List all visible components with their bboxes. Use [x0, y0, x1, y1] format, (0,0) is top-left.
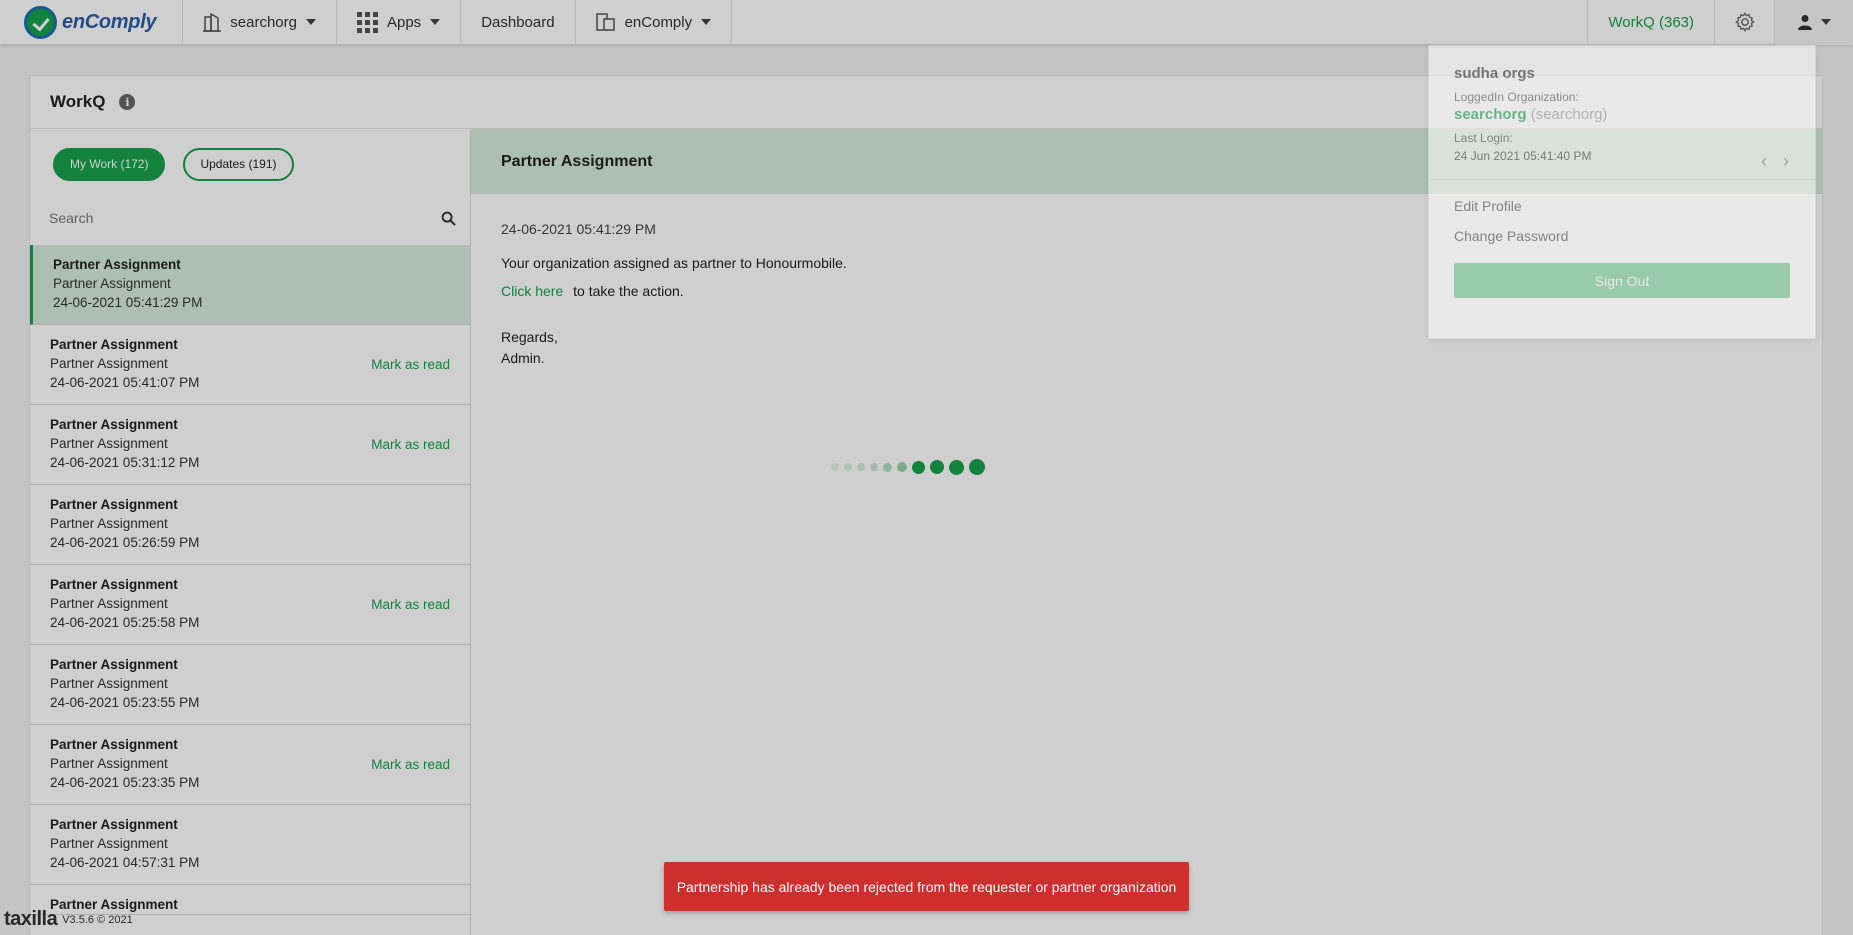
list-item[interactable]: Partner Assignment Partner Assignment 24… — [30, 405, 470, 485]
edit-profile-link[interactable]: Edit Profile — [1454, 198, 1790, 214]
item-date: 24-06-2021 04:57:31 PM — [50, 855, 200, 870]
logged-org-name: searchorg — [1454, 106, 1527, 123]
item-date: 24-06-2021 05:23:35 PM — [50, 775, 200, 790]
list-item[interactable]: Partner Assignment Partner Assignment 24… — [30, 565, 470, 645]
item-title: Partner Assignment — [53, 257, 181, 272]
building-icon — [203, 12, 222, 32]
change-password-link[interactable]: Change Password — [1454, 228, 1790, 244]
dashboard-link[interactable]: Dashboard — [461, 0, 576, 45]
brand-name: enComply — [62, 10, 157, 33]
click-here-link[interactable]: Click here — [501, 283, 563, 299]
list-item[interactable]: Partner Assignment Partner Assignment 24… — [30, 725, 470, 805]
workq-link[interactable]: WorkQ (363) — [1587, 0, 1715, 45]
list-item[interactable]: Partner Assignment Partner Assignment 24… — [30, 245, 470, 325]
brand[interactable]: enComply — [0, 0, 184, 45]
error-toast[interactable]: Partnership has already been rejected fr… — [664, 862, 1189, 911]
chevron-down-icon — [1821, 19, 1831, 25]
item-date: 24-06-2021 05:41:07 PM — [50, 375, 200, 390]
action-text: to take the action. — [573, 283, 684, 299]
list-item[interactable]: Partner Assignment Partner Assignment 24… — [30, 325, 470, 405]
gear-icon — [1734, 12, 1755, 32]
loading-spinner — [831, 459, 985, 475]
item-title: Partner Assignment — [50, 577, 178, 592]
my-work-tab[interactable]: My Work (172) — [53, 147, 166, 181]
item-date: 24-06-2021 05:41:29 PM — [53, 295, 203, 310]
filter-pills: My Work (172) Updates (191) — [30, 129, 470, 199]
profile-dropdown: sudha orgs LoggedIn Organization: search… — [1428, 45, 1816, 339]
chevron-down-icon — [305, 19, 316, 25]
taxilla-logo: taxilla — [4, 908, 58, 930]
task-list: Partner Assignment Partner Assignment 24… — [30, 245, 470, 915]
module-switcher[interactable]: enComply — [576, 0, 733, 45]
org-name: searchorg — [230, 13, 297, 31]
item-subtitle: Partner Assignment — [50, 836, 168, 851]
signature-text: Admin. — [501, 350, 545, 366]
item-title: Partner Assignment — [50, 417, 178, 432]
apps-grid-icon — [356, 11, 378, 33]
last-login-time: 24 Jun 2021 05:41:40 PM — [1454, 149, 1592, 163]
info-icon[interactable]: i — [119, 94, 136, 110]
item-title: Partner Assignment — [50, 337, 178, 352]
dashboard-label: Dashboard — [481, 13, 555, 31]
org-label: LoggedIn Organization: — [1454, 90, 1579, 104]
list-item[interactable]: Partner Assignment Partner Assignment 24… — [30, 805, 470, 885]
item-title: Partner Assignment — [50, 817, 178, 832]
last-login-label: Last Login: — [1454, 131, 1513, 145]
apps-menu[interactable]: Apps — [337, 0, 462, 45]
chevron-down-icon — [430, 19, 441, 25]
list-item[interactable]: Partner Assignment Partner Assignment 24… — [30, 485, 470, 565]
mark-as-read-link[interactable]: Mark as read — [371, 595, 450, 614]
footer: taxilla V3.5.6 © 2021 — [4, 908, 133, 931]
mark-as-read-link[interactable]: Mark as read — [371, 435, 450, 454]
item-date: 24-06-2021 05:31:12 PM — [50, 455, 200, 470]
item-date: 24-06-2021 05:23:55 PM — [50, 695, 200, 710]
encomply-logo-icon — [24, 5, 57, 39]
chevron-down-icon — [701, 19, 712, 25]
item-subtitle: Partner Assignment — [50, 676, 168, 691]
user-name: sudha orgs — [1454, 65, 1535, 82]
divider — [1429, 179, 1815, 180]
settings-button[interactable] — [1715, 0, 1775, 45]
item-title: Partner Assignment — [50, 737, 178, 752]
module-name: enComply — [624, 13, 693, 31]
user-menu-button[interactable] — [1775, 0, 1853, 45]
mark-as-read-link[interactable]: Mark as read — [371, 355, 450, 374]
item-title: Partner Assignment — [50, 657, 178, 672]
list-item[interactable]: Partner Assignment Partner Assignment 24… — [30, 645, 470, 725]
detail-title: Partner Assignment — [501, 152, 653, 170]
sign-out-button[interactable]: Sign Out — [1454, 263, 1790, 298]
logged-org-code: (searchorg) — [1530, 106, 1608, 123]
item-date: 24-06-2021 05:26:59 PM — [50, 535, 200, 550]
item-date: 24-06-2021 05:25:58 PM — [50, 615, 200, 630]
version-text: V3.5.6 © 2021 — [62, 913, 133, 926]
search-bar — [49, 199, 470, 237]
org-switcher[interactable]: searchorg — [183, 0, 337, 45]
page-title: WorkQ — [50, 92, 106, 111]
updates-tab[interactable]: Updates (191) — [183, 147, 294, 181]
item-subtitle: Partner Assignment — [50, 516, 168, 531]
search-input[interactable] — [49, 210, 399, 226]
search-icon[interactable] — [441, 211, 456, 226]
module-icon — [595, 13, 615, 31]
mark-as-read-link[interactable]: Mark as read — [371, 755, 450, 774]
top-navbar: enComply searchorg Apps Dashboard enComp… — [0, 0, 1853, 45]
user-icon — [1798, 15, 1812, 30]
item-title: Partner Assignment — [50, 497, 178, 512]
apps-label: Apps — [386, 13, 422, 31]
item-subtitle: Partner Assignment — [53, 276, 171, 291]
logged-org: searchorg (searchorg) — [1454, 106, 1790, 123]
